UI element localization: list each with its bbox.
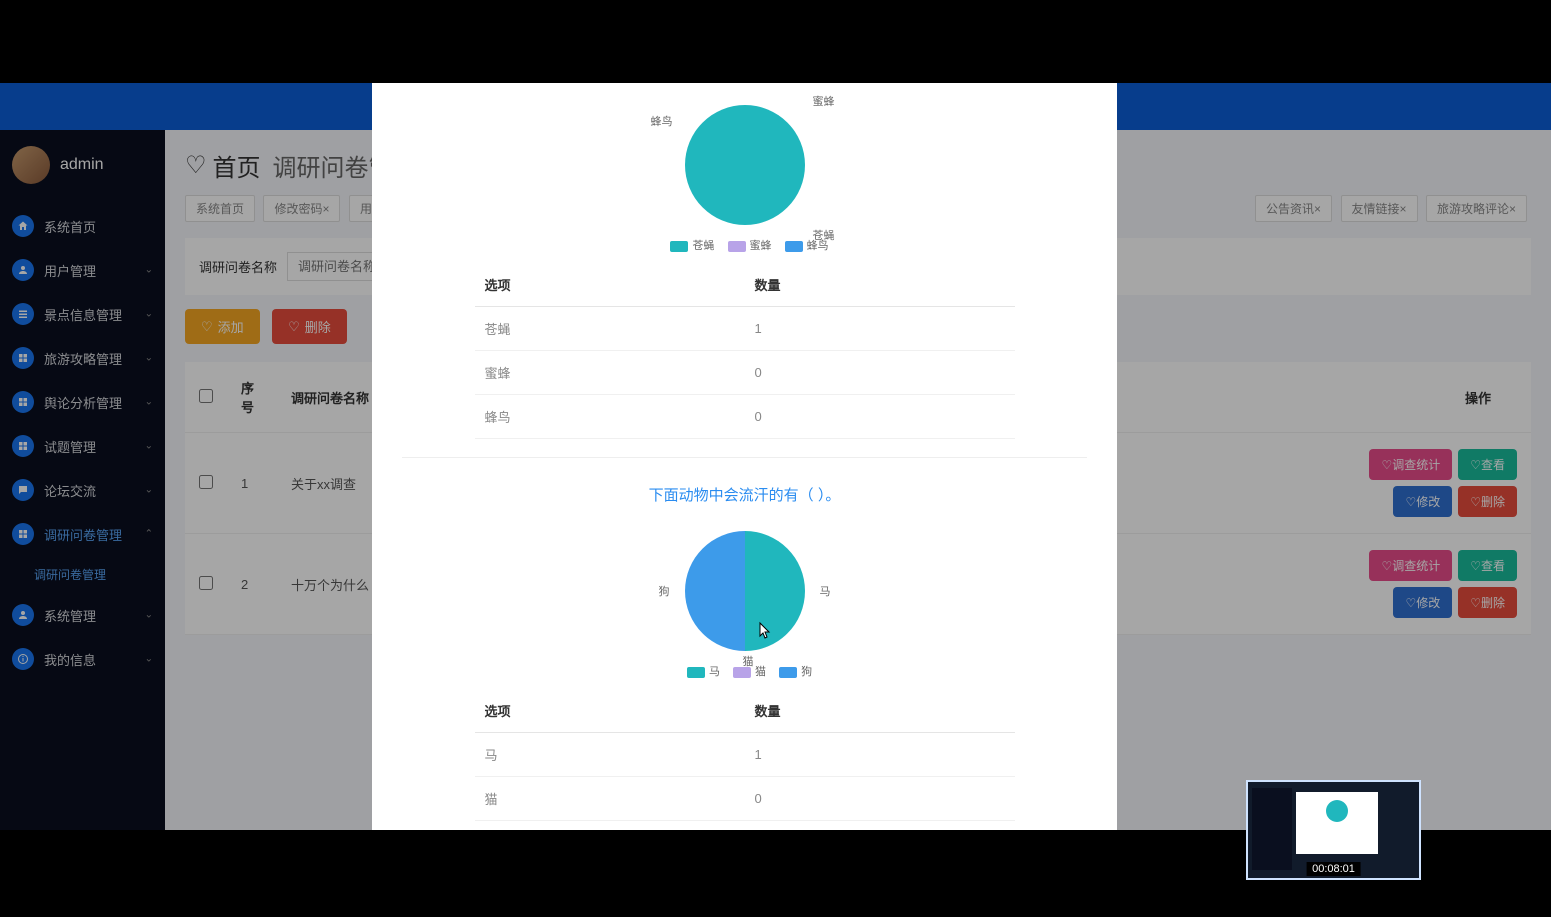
stat-qty: 1: [745, 307, 1015, 351]
legend-swatch-blue: [779, 667, 797, 678]
question-title: 下面动物中会流汗的有（ ）。: [372, 476, 1117, 509]
stat-opt: 猫: [475, 777, 745, 821]
stat-opt: 苍蝇: [475, 307, 745, 351]
video-preview-thumbnail[interactable]: 00:08:01: [1246, 780, 1421, 880]
pie2-label-right: 马: [820, 583, 831, 599]
pie-chart-1: 蜜蜂 蜂鸟 苍蝇: [685, 105, 805, 225]
pie1-label-top: 蜜蜂: [813, 93, 835, 109]
preview-timestamp: 00:08:01: [1306, 862, 1361, 876]
pie2-label-left: 狗: [659, 583, 670, 599]
divider: [402, 457, 1087, 458]
legend-swatch-blue: [785, 241, 803, 252]
pie-chart-2: 马 猫 狗: [685, 531, 805, 651]
legend-1: 苍蝇 蜜蜂 蜂鸟: [372, 231, 1117, 263]
stat-col-qty: 数量: [745, 689, 1015, 733]
stat-qty: 0: [745, 395, 1015, 439]
stat-qty: 0: [745, 777, 1015, 821]
stats-modal: 蜜蜂 蜂鸟 苍蝇 苍蝇 蜜蜂 蜂鸟 选项 数量 苍蝇1 蜜蜂0 蜂鸟0 下面动物…: [372, 83, 1117, 830]
stat-opt: 蜂鸟: [475, 395, 745, 439]
stat-table-2: 选项 数量 马1 猫0: [475, 689, 1015, 821]
pie2-label-bottom: 猫: [743, 653, 754, 669]
legend-swatch-purple: [728, 241, 746, 252]
stat-qty: 0: [745, 351, 1015, 395]
stat-opt: 蜜蜂: [475, 351, 745, 395]
pie1-label-left: 蜂鸟: [651, 113, 673, 129]
pie1-label-bottom: 苍蝇: [813, 227, 835, 243]
stat-opt: 马: [475, 733, 745, 777]
stat-col-opt: 选项: [475, 263, 745, 307]
stat-col-opt: 选项: [475, 689, 745, 733]
stat-qty: 1: [745, 733, 1015, 777]
stat-col-qty: 数量: [745, 263, 1015, 307]
stat-table-1: 选项 数量 苍蝇1 蜜蜂0 蜂鸟0: [475, 263, 1015, 439]
legend-swatch-teal: [670, 241, 688, 252]
legend-swatch-teal: [687, 667, 705, 678]
